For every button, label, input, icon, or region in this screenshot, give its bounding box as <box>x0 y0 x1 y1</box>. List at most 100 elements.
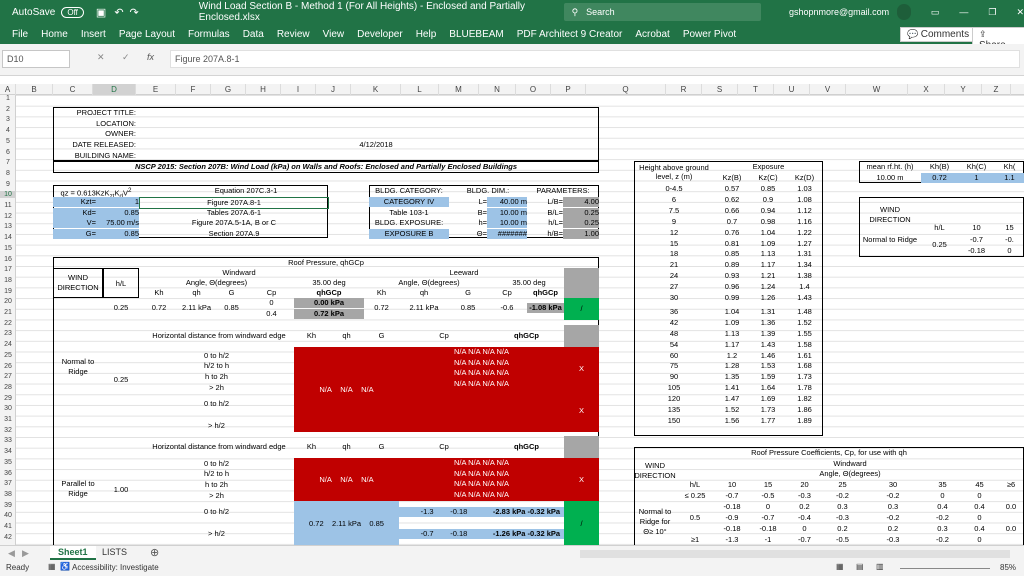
row-header[interactable]: 9 <box>0 181 16 188</box>
column-header-m[interactable]: M <box>439 84 479 95</box>
column-header-q[interactable]: Q <box>586 84 666 95</box>
row-header[interactable]: 5 <box>0 138 16 145</box>
dim-b-value[interactable]: 10.00 m <box>487 208 527 218</box>
column-header-b[interactable]: B <box>16 84 53 95</box>
row-header[interactable]: 7 <box>0 159 16 166</box>
column-header-i[interactable]: I <box>281 84 316 95</box>
row-header[interactable]: 25 <box>0 352 16 359</box>
row-header[interactable]: 15 <box>0 245 16 252</box>
row-header[interactable]: 16 <box>0 256 16 263</box>
row-header[interactable]: 10 <box>0 191 16 199</box>
row-header[interactable]: 33 <box>0 437 16 444</box>
redo-icon[interactable]: ↷ <box>130 6 139 19</box>
column-header-d[interactable]: D <box>93 84 136 95</box>
autosave-toggle[interactable]: Off <box>61 6 84 18</box>
dim-h-value[interactable]: 10.00 m <box>487 218 527 228</box>
tab-page-layout[interactable]: Page Layout <box>119 29 175 40</box>
row-header[interactable]: 31 <box>0 416 16 423</box>
row-header[interactable]: 37 <box>0 480 16 487</box>
cancel-icon[interactable]: ✕ <box>97 52 105 63</box>
row-header[interactable]: 35 <box>0 459 16 466</box>
column-header-x[interactable]: X <box>908 84 945 95</box>
column-header-h[interactable]: H <box>246 84 281 95</box>
column-header-p[interactable]: P <box>551 84 586 95</box>
name-box[interactable]: D10 <box>2 50 70 68</box>
sheet-tab-lists[interactable]: LISTS <box>102 547 127 557</box>
row-header[interactable]: 11 <box>0 202 16 209</box>
tab-view[interactable]: View <box>323 29 345 40</box>
page-layout-icon[interactable]: ▤ <box>856 562 864 571</box>
row-header[interactable]: 34 <box>0 448 16 455</box>
column-header-n[interactable]: N <box>479 84 516 95</box>
row-header[interactable]: 42 <box>0 534 16 541</box>
column-header-f[interactable]: F <box>176 84 211 95</box>
zoom-level[interactable]: 85% <box>1000 563 1016 572</box>
v-value[interactable]: 75.00 m/s <box>96 218 139 228</box>
column-header-c[interactable]: C <box>53 84 93 95</box>
tab-bluebeam[interactable]: BLUEBEAM <box>449 29 503 40</box>
row-header[interactable]: 17 <box>0 266 16 273</box>
row-header[interactable]: 3 <box>0 116 16 123</box>
row-header[interactable]: 4 <box>0 127 16 134</box>
row-header[interactable]: 26 <box>0 363 16 370</box>
column-header-g[interactable]: G <box>211 84 246 95</box>
kd-value[interactable]: 0.85 <box>96 208 139 218</box>
column-header-a[interactable]: A <box>0 84 16 95</box>
dim-theta-value[interactable]: ####### <box>487 229 527 239</box>
prev-sheet-icon[interactable]: ◀ <box>8 548 15 559</box>
undo-icon[interactable]: ↶ <box>114 6 123 19</box>
horizontal-scrollbar[interactable] <box>580 550 1010 558</box>
row-header[interactable]: 29 <box>0 395 16 402</box>
category-value[interactable]: CATEGORY IV <box>369 197 449 207</box>
column-header-u[interactable]: U <box>774 84 810 95</box>
column-header-e[interactable]: E <box>136 84 176 95</box>
add-sheet-icon[interactable]: ⊕ <box>150 546 159 559</box>
column-header-w[interactable]: W <box>846 84 908 95</box>
row-header[interactable]: 1 <box>0 95 16 102</box>
column-header-k[interactable]: K <box>351 84 401 95</box>
column-header-s[interactable]: S <box>702 84 738 95</box>
row-header[interactable]: 36 <box>0 470 16 477</box>
tab-home[interactable]: Home <box>41 29 68 40</box>
row-header[interactable]: 39 <box>0 502 16 509</box>
column-header-o[interactable]: O <box>516 84 551 95</box>
tab-developer[interactable]: Developer <box>357 29 403 40</box>
row-header[interactable]: 30 <box>0 405 16 412</box>
row-header[interactable]: 13 <box>0 223 16 230</box>
column-header-z[interactable]: Z <box>982 84 1011 95</box>
row-header[interactable]: 38 <box>0 491 16 498</box>
row-header[interactable]: 14 <box>0 234 16 241</box>
row-header[interactable]: 28 <box>0 384 16 391</box>
user-email[interactable]: gshopnmore@gmail.com <box>789 7 889 17</box>
normal-view-icon[interactable]: ▦ <box>836 562 844 571</box>
minimize-icon[interactable]: — <box>959 7 968 17</box>
row-header[interactable]: 19 <box>0 288 16 295</box>
row-header[interactable]: 22 <box>0 320 16 327</box>
accessibility-status[interactable]: Accessibility: Investigate <box>72 563 159 572</box>
avatar[interactable] <box>897 4 911 20</box>
date-value[interactable]: 4/12/2018 <box>336 140 416 150</box>
column-header-v[interactable]: V <box>810 84 846 95</box>
tab-review[interactable]: Review <box>277 29 310 40</box>
kzt-value[interactable]: 1 <box>96 197 139 207</box>
dim-l-value[interactable]: 40.00 m <box>487 197 527 207</box>
column-header-y[interactable]: Y <box>945 84 982 95</box>
row-header[interactable]: 18 <box>0 277 16 284</box>
formula-input[interactable]: Figure 207A.8-1 <box>170 50 1020 68</box>
row-header[interactable]: 8 <box>0 170 16 177</box>
row-header[interactable]: 24 <box>0 341 16 348</box>
ribbon-display-icon[interactable]: ▭ <box>931 7 940 18</box>
tab-insert[interactable]: Insert <box>81 29 106 40</box>
row-header[interactable]: 23 <box>0 330 16 337</box>
row-header[interactable]: 32 <box>0 427 16 434</box>
row-header[interactable]: 12 <box>0 213 16 220</box>
sheet-tab-sheet1[interactable]: Sheet1 <box>50 546 96 560</box>
tab-power-pivot[interactable]: Power Pivot <box>683 29 736 40</box>
save-icon[interactable]: ▣ <box>96 6 106 19</box>
row-header[interactable]: 20 <box>0 298 16 305</box>
tab-acrobat[interactable]: Acrobat <box>635 29 669 40</box>
enter-icon[interactable]: ✓ <box>122 52 130 63</box>
next-sheet-icon[interactable]: ▶ <box>22 548 29 559</box>
column-header-r[interactable]: R <box>666 84 702 95</box>
column-header-j[interactable]: J <box>316 84 351 95</box>
